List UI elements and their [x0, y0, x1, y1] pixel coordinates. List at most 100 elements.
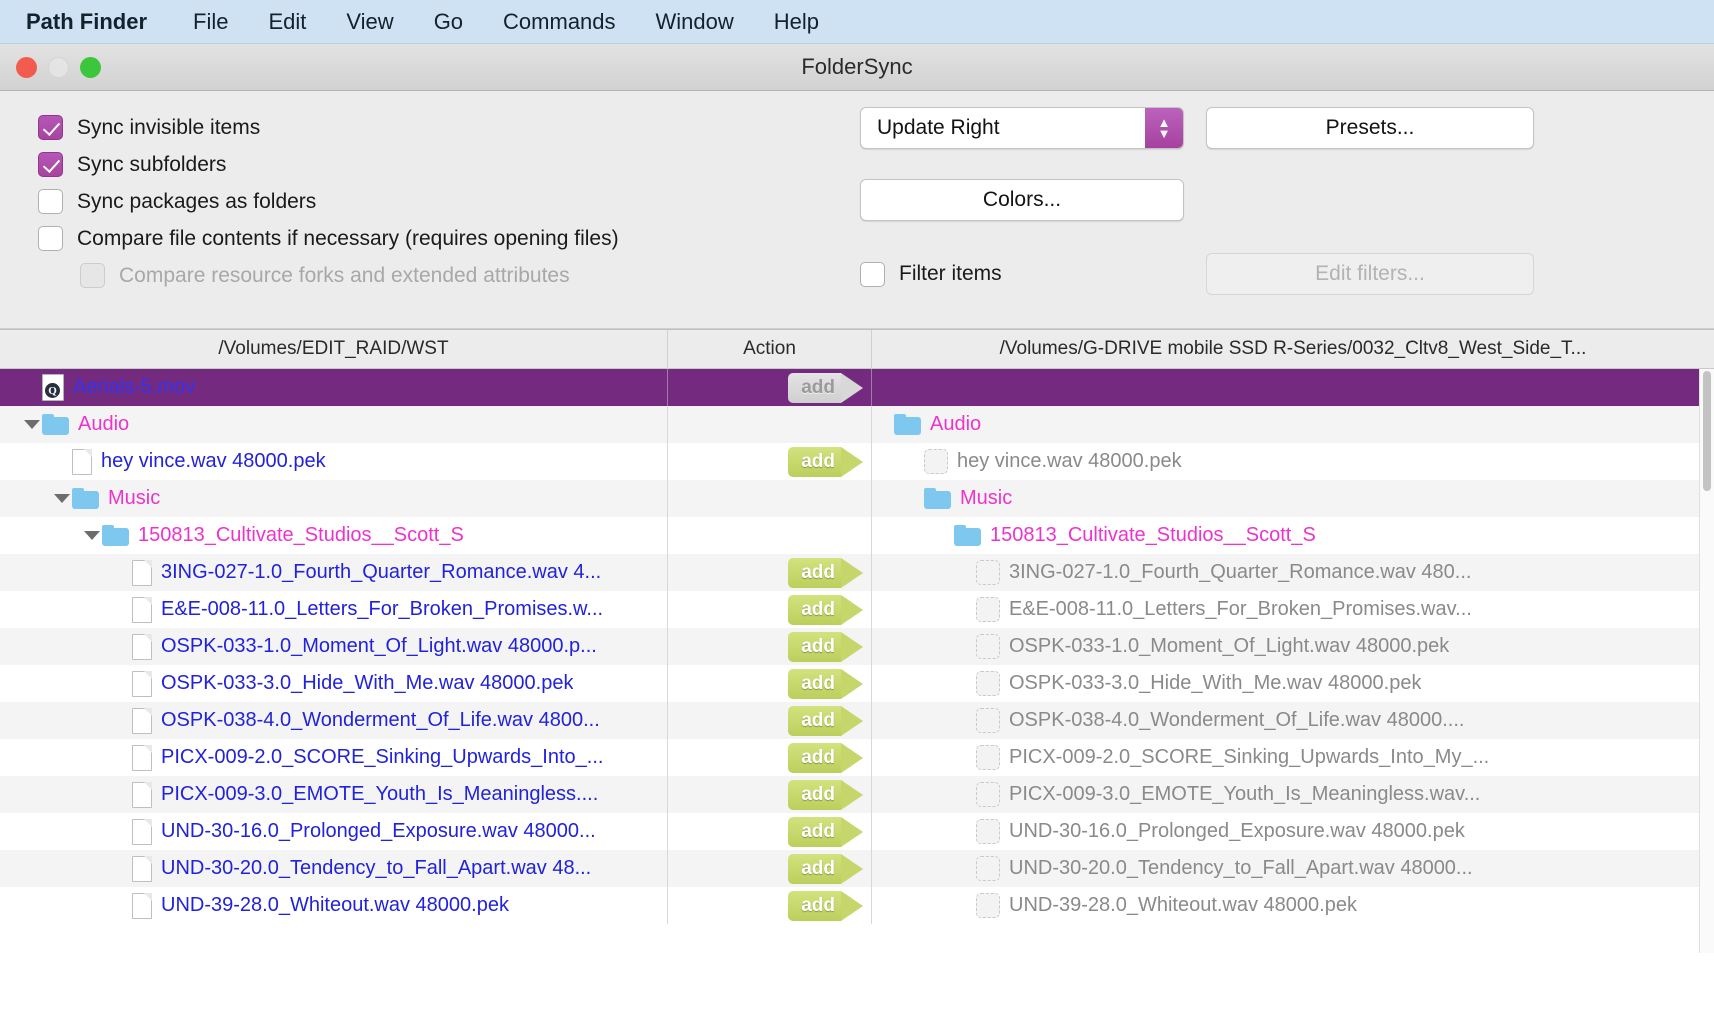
action-add-badge[interactable]: add — [788, 742, 863, 773]
menu-item-edit[interactable]: Edit — [248, 0, 326, 44]
table-row[interactable]: E&E-008-11.0_Letters_For_Broken_Promises… — [0, 591, 1714, 628]
table-row[interactable]: 150813_Cultivate_Studios__Scott_S 150813_… — [0, 517, 1714, 554]
action-add-badge[interactable]: add — [788, 853, 863, 884]
action-cell[interactable]: add — [668, 369, 872, 406]
action-cell[interactable]: add — [668, 628, 872, 665]
menu-item-window[interactable]: Window — [636, 0, 754, 44]
destination-cell[interactable]: Music — [872, 480, 1714, 517]
zoom-button[interactable] — [80, 56, 101, 78]
destination-cell[interactable]: Audio — [872, 406, 1714, 443]
destination-cell[interactable]: UND-30-16.0_Prolonged_Exposure.wav 48000… — [872, 813, 1714, 850]
source-cell[interactable]: 3ING-027-1.0_Fourth_Quarter_Romance.wav … — [0, 554, 668, 591]
destination-cell[interactable]: UND-30-20.0_Tendency_to_Fall_Apart.wav 4… — [872, 850, 1714, 887]
action-cell[interactable]: add — [668, 443, 872, 480]
action-add-badge[interactable]: add — [788, 372, 863, 403]
table-row[interactable]: UND-39-28.0_Whiteout.wav 48000.pek add UND… — [0, 887, 1714, 924]
table-row[interactable]: OSPK-038-4.0_Wonderment_Of_Life.wav 4800… — [0, 702, 1714, 739]
action-add-badge[interactable]: add — [788, 631, 863, 662]
destination-cell[interactable]: OSPK-033-3.0_Hide_With_Me.wav 48000.pek — [872, 665, 1714, 702]
table-row[interactable]: 3ING-027-1.0_Fourth_Quarter_Romance.wav … — [0, 554, 1714, 591]
source-cell[interactable]: UND-39-28.0_Whiteout.wav 48000.pek — [0, 887, 668, 924]
table-row[interactable]: Q Aerials-5.mov add — [0, 369, 1714, 406]
checkbox-compare-file-contents-if-necessary-requires-opening-files[interactable] — [38, 226, 63, 251]
action-cell[interactable]: add — [668, 665, 872, 702]
destination-cell[interactable]: OSPK-038-4.0_Wonderment_Of_Life.wav 4800… — [872, 702, 1714, 739]
action-cell[interactable]: add — [668, 850, 872, 887]
source-cell[interactable]: OSPK-033-1.0_Moment_Of_Light.wav 48000.p… — [0, 628, 668, 665]
table-row[interactable]: hey vince.wav 48000.pek add hey vince.wav … — [0, 443, 1714, 480]
menu-item-view[interactable]: View — [326, 0, 413, 44]
source-cell[interactable]: PICX-009-3.0_EMOTE_Youth_Is_Meaningless.… — [0, 776, 668, 813]
action-cell[interactable]: add — [668, 776, 872, 813]
action-add-badge[interactable]: add — [788, 557, 863, 588]
column-header-source[interactable]: /Volumes/EDIT_RAID/WST — [0, 330, 668, 368]
destination-cell[interactable] — [872, 369, 1714, 406]
column-header-action[interactable]: Action — [668, 330, 872, 368]
destination-cell[interactable]: OSPK-033-1.0_Moment_Of_Light.wav 48000.p… — [872, 628, 1714, 665]
disclosure-triangle-open[interactable] — [82, 517, 102, 554]
table-row[interactable]: PICX-009-3.0_EMOTE_Youth_Is_Meaningless.… — [0, 776, 1714, 813]
action-add-badge[interactable]: add — [788, 779, 863, 810]
disclosure-triangle-open[interactable] — [22, 406, 42, 443]
action-cell[interactable] — [668, 406, 872, 443]
source-cell[interactable]: UND-30-16.0_Prolonged_Exposure.wav 48000… — [0, 813, 668, 850]
minimize-button[interactable] — [48, 56, 69, 78]
checkbox-sync-subfolders[interactable] — [38, 152, 63, 177]
action-add-badge[interactable]: add — [788, 816, 863, 847]
menu-item-path-finder[interactable]: Path Finder — [26, 0, 173, 44]
source-cell[interactable]: UND-30-20.0_Tendency_to_Fall_Apart.wav 4… — [0, 850, 668, 887]
close-button[interactable] — [16, 56, 37, 78]
source-cell[interactable]: 150813_Cultivate_Studios__Scott_S — [0, 517, 668, 554]
destination-cell[interactable]: PICX-009-2.0_SCORE_Sinking_Upwards_Into_… — [872, 739, 1714, 776]
column-header-destination[interactable]: /Volumes/G-DRIVE mobile SSD R-Series/003… — [872, 330, 1714, 368]
source-cell[interactable]: hey vince.wav 48000.pek — [0, 443, 668, 480]
table-row[interactable]: UND-30-20.0_Tendency_to_Fall_Apart.wav 4… — [0, 850, 1714, 887]
edit-filters-button[interactable]: Edit filters... — [1206, 253, 1534, 295]
table-row[interactable]: OSPK-033-3.0_Hide_With_Me.wav 48000.pek a… — [0, 665, 1714, 702]
action-add-badge[interactable]: add — [788, 594, 863, 625]
action-add-badge[interactable]: add — [788, 890, 863, 921]
checkbox-sync-packages-as-folders[interactable] — [38, 189, 63, 214]
table-row[interactable]: Music Music — [0, 480, 1714, 517]
source-cell[interactable]: Q Aerials-5.mov — [0, 369, 668, 406]
action-cell[interactable]: add — [668, 887, 872, 924]
action-cell[interactable] — [668, 480, 872, 517]
filter-items-checkbox[interactable] — [860, 261, 885, 287]
destination-cell[interactable]: hey vince.wav 48000.pek — [872, 443, 1714, 480]
comparison-table-body[interactable]: Q Aerials-5.mov add Audio Audio hey vince.wav… — [0, 369, 1714, 953]
action-cell[interactable]: add — [668, 813, 872, 850]
destination-cell[interactable]: E&E-008-11.0_Letters_For_Broken_Promises… — [872, 591, 1714, 628]
action-add-badge[interactable]: add — [788, 446, 863, 477]
source-cell[interactable]: Audio — [0, 406, 668, 443]
action-cell[interactable]: add — [668, 739, 872, 776]
sync-mode-popup[interactable]: Update Right ▲ ▼ — [860, 107, 1184, 149]
table-row[interactable]: Audio Audio — [0, 406, 1714, 443]
action-cell[interactable]: add — [668, 554, 872, 591]
menu-item-help[interactable]: Help — [754, 0, 839, 44]
destination-cell[interactable]: 3ING-027-1.0_Fourth_Quarter_Romance.wav … — [872, 554, 1714, 591]
destination-cell[interactable]: 150813_Cultivate_Studios__Scott_S — [872, 517, 1714, 554]
action-add-badge[interactable]: add — [788, 705, 863, 736]
action-cell[interactable]: add — [668, 702, 872, 739]
vertical-scrollbar[interactable] — [1699, 369, 1714, 953]
table-row[interactable]: OSPK-033-1.0_Moment_Of_Light.wav 48000.p… — [0, 628, 1714, 665]
scrollbar-thumb[interactable] — [1703, 371, 1711, 491]
table-row[interactable]: PICX-009-2.0_SCORE_Sinking_Upwards_Into_… — [0, 739, 1714, 776]
action-cell[interactable] — [668, 517, 872, 554]
menu-item-file[interactable]: File — [173, 0, 248, 44]
presets-button[interactable]: Presets... — [1206, 107, 1534, 149]
disclosure-triangle-open[interactable] — [52, 480, 72, 517]
destination-cell[interactable]: UND-39-28.0_Whiteout.wav 48000.pek — [872, 887, 1714, 924]
source-cell[interactable]: OSPK-038-4.0_Wonderment_Of_Life.wav 4800… — [0, 702, 668, 739]
chevron-updown-icon[interactable]: ▲ ▼ — [1145, 108, 1183, 148]
action-add-badge[interactable]: add — [788, 668, 863, 699]
source-cell[interactable]: OSPK-033-3.0_Hide_With_Me.wav 48000.pek — [0, 665, 668, 702]
destination-cell[interactable]: PICX-009-3.0_EMOTE_Youth_Is_Meaningless.… — [872, 776, 1714, 813]
checkbox-sync-invisible-items[interactable] — [38, 115, 63, 140]
table-row[interactable]: UND-30-16.0_Prolonged_Exposure.wav 48000… — [0, 813, 1714, 850]
source-cell[interactable]: PICX-009-2.0_SCORE_Sinking_Upwards_Into_… — [0, 739, 668, 776]
source-cell[interactable]: Music — [0, 480, 668, 517]
menu-item-commands[interactable]: Commands — [483, 0, 635, 44]
source-cell[interactable]: E&E-008-11.0_Letters_For_Broken_Promises… — [0, 591, 668, 628]
menu-item-go[interactable]: Go — [414, 0, 483, 44]
